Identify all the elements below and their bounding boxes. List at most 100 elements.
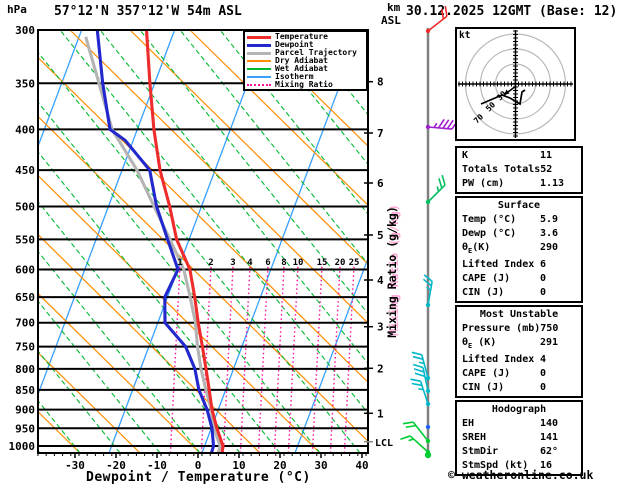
table-row: Temp (°C) 5.9 [457, 213, 581, 227]
table-section: Most Unstable Pressure (mb) 750 θE (K) 291 Li… [455, 305, 583, 398]
km-tick-label-1: 1 [377, 407, 384, 420]
lcl-label: LCL [375, 438, 393, 449]
table-row: Dewp (°C) 3.6 [457, 227, 581, 241]
pressure-label-700: 700 [15, 317, 35, 330]
mixing-ratio-axis-label: Mixing Ratio (g/kg) [385, 206, 399, 338]
table-row-label: CIN (J) [462, 382, 505, 393]
table-section: Surface Temp (°C) 5.9 Dewp (°C) 3.6 θE(K) 290 L… [455, 196, 583, 303]
table-row-value: 6 [540, 259, 547, 270]
pressure-label-300: 300 [15, 24, 35, 37]
table-row-label: CAPE (J) [462, 368, 511, 379]
x-tick-label: 30 [314, 459, 327, 472]
table-section: K 11 Totals Totals 52 PW (cm) 1.13 [455, 146, 583, 194]
indices-table: K 11 Totals Totals 52 PW (cm) 1.13 Surface Temp… [455, 146, 583, 478]
table-row: Lifted Index 6 [457, 258, 581, 272]
table-row-label: θE (K) [462, 337, 497, 350]
table-row-value: 140 [540, 418, 559, 429]
pressure-label-1000: 1000 [9, 440, 36, 453]
footer-credit: © weatheronline.co.uk [448, 468, 594, 482]
x-tick-label: -30 [65, 459, 85, 472]
km-tick-label-8: 8 [377, 76, 384, 89]
table-row: CAPE (J) 0 [457, 367, 581, 381]
table-row-label: θE(K) [462, 242, 491, 255]
wind-barb-staff [400, 5, 459, 459]
table-row-value: 0 [540, 287, 547, 298]
skewt-chart-page: hPa 57°12'N 357°12'W 54m ASL km ASL 30.1… [0, 0, 629, 486]
table-row-label: StmDir [462, 446, 499, 457]
legend: Temperature Dewpoint Parcel Trajectory Dry … [243, 30, 368, 91]
dewpoint-curve [95, 30, 216, 453]
km-tick-label-7: 7 [377, 127, 384, 140]
table-row: SREH 141 [457, 431, 581, 445]
hodograph: 305070 [455, 27, 576, 141]
km-tick-label-6: 6 [377, 177, 384, 190]
legend-line-sample [247, 51, 271, 55]
wind-barb [402, 421, 429, 442]
table-row-value: 750 [540, 323, 559, 334]
km-tick-label-3: 3 [377, 321, 384, 334]
pressure-label-750: 750 [15, 341, 35, 354]
table-row-label: Dewp (°C) [462, 228, 517, 239]
table-row-label: CIN (J) [462, 287, 505, 298]
legend-line-sample [247, 43, 271, 47]
table-row-label: CAPE (J) [462, 273, 511, 284]
table-row: θE (K) 291 [457, 336, 581, 353]
mixing-ratio-label: 2 [208, 258, 213, 268]
table-section-title: Hodograph [491, 404, 547, 415]
table-row-value: 4 [540, 354, 547, 365]
mixing-ratio-label: 10 [293, 258, 304, 268]
x-tick-label: 40 [355, 459, 368, 472]
km-tick-label-4: 4 [377, 274, 384, 287]
pressure-label-350: 350 [15, 77, 35, 90]
km-tick-label-2: 2 [377, 362, 384, 375]
table-row-value: 52 [540, 164, 553, 175]
table-row-value: 0 [540, 273, 547, 284]
pressure-label-550: 550 [15, 233, 35, 246]
legend-item-label: Mixing Ratio [275, 80, 333, 89]
table-row-label: Totals Totals [462, 164, 541, 175]
table-row: K 11 [457, 149, 581, 163]
table-row-value: 62° [540, 446, 559, 457]
table-row-value: 1.13 [540, 178, 565, 189]
table-row-value: 0 [540, 382, 547, 393]
table-row: CAPE (J) 0 [457, 272, 581, 286]
table-row: Lifted Index 4 [457, 353, 581, 367]
table-row-label: Temp (°C) [462, 214, 517, 225]
hodograph-unit-label: kt [459, 30, 471, 41]
table-row: CIN (J) 0 [457, 286, 581, 300]
pressure-label-850: 850 [15, 384, 35, 397]
wind-barb [427, 5, 448, 32]
wind-barb [427, 174, 446, 203]
mixing-ratio-label: 6 [265, 258, 270, 268]
table-row-label: SREH [462, 432, 487, 443]
mixing-ratio-label: 4 [247, 258, 253, 268]
pressure-label-400: 400 [15, 123, 35, 136]
table-row-label: Lifted Index [462, 259, 535, 270]
table-row-value: 0 [540, 368, 547, 379]
legend-line-sample [247, 84, 271, 86]
table-row: Pressure (mb) 750 [457, 322, 581, 336]
table-row-value: 141 [540, 432, 559, 443]
temperature-axis-label: Dewpoint / Temperature (°C) [86, 470, 311, 485]
table-row: EH 140 [457, 417, 581, 431]
pressure-label-800: 800 [15, 363, 35, 376]
pressure-label-900: 900 [15, 404, 35, 417]
legend-item: Mixing Ratio [247, 81, 364, 89]
table-row-label: PW (cm) [462, 178, 505, 189]
temperature-curve [144, 30, 225, 453]
pressure-label-500: 500 [15, 200, 35, 213]
mixing-ratio-label: 15 [317, 258, 328, 268]
table-row: CIN (J) 0 [457, 381, 581, 395]
table-section: Hodograph EH 140 SREH 141 StmDir 62° StmSpd (kt… [455, 400, 583, 476]
table-section-title: Most Unstable [479, 309, 559, 320]
table-row-value: 3.6 [540, 228, 559, 239]
table-row: Totals Totals 52 [457, 163, 581, 177]
legend-line-sample [247, 76, 271, 78]
table-row-value: 5.9 [540, 214, 559, 225]
table-row: PW (cm) 1.13 [457, 177, 581, 191]
table-row-label: Lifted Index [462, 354, 535, 365]
table-row-label: Pressure (mb) [462, 323, 541, 334]
wind-barb [427, 118, 459, 130]
mixing-ratio-label: 3 [230, 258, 235, 268]
table-row: StmDir 62° [457, 445, 581, 459]
